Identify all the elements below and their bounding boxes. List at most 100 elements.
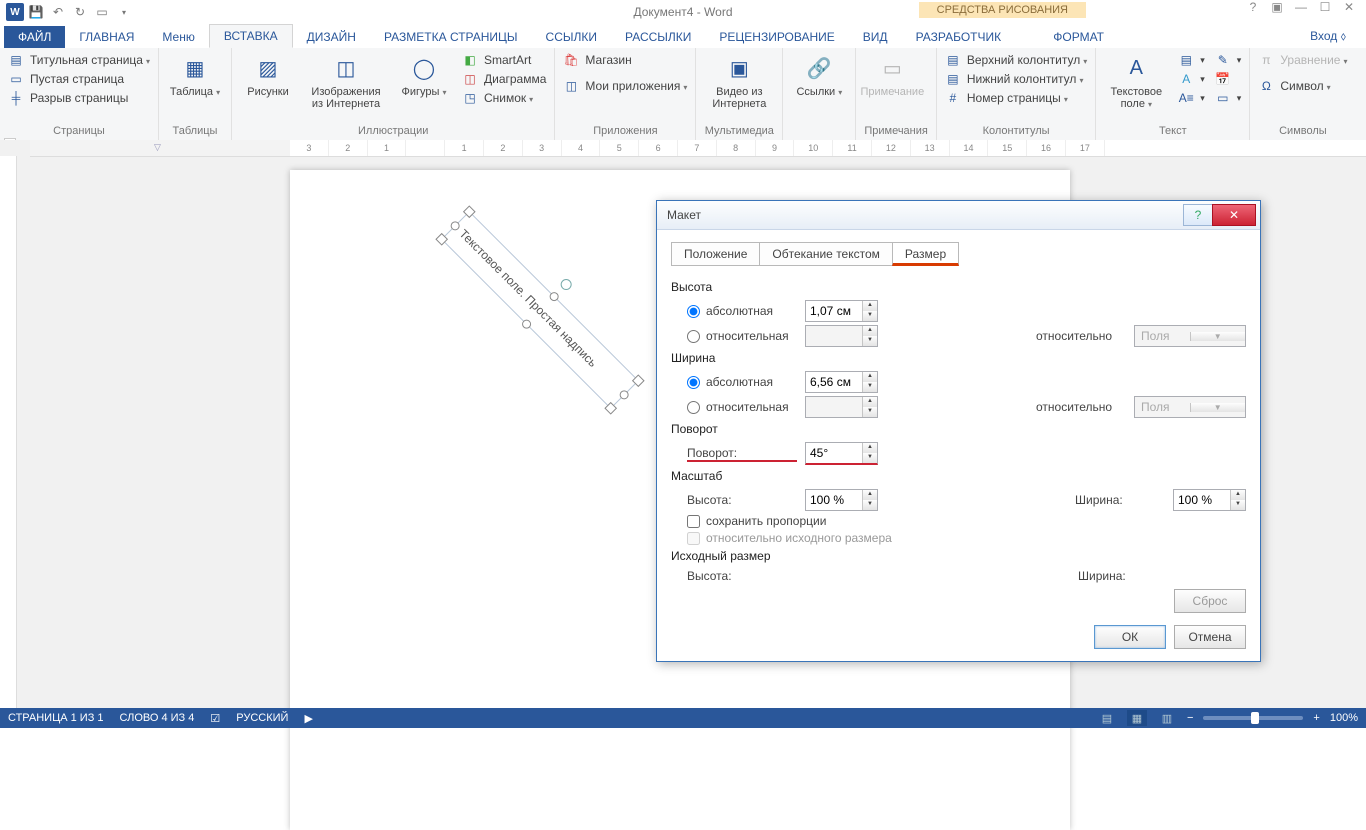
rotation-handle-icon[interactable] [558, 277, 574, 293]
view-web-icon[interactable]: ▥ [1157, 710, 1177, 726]
height-relto-label: относительно [1036, 329, 1126, 343]
symbol-label: Символ [1280, 79, 1330, 93]
new-doc-icon[interactable]: ▭ [92, 2, 112, 22]
width-relative-radio[interactable]: относительная [687, 400, 797, 414]
group-media: ▣Видео из Интернета Мультимедиа [696, 48, 783, 140]
my-apps-button[interactable]: ◫Мои приложения [563, 78, 687, 94]
shapes-icon: ◯ [408, 52, 440, 84]
cancel-button[interactable]: Отмена [1174, 625, 1246, 649]
tab-position[interactable]: Положение [671, 242, 760, 266]
object-button[interactable]: ▭▾ [1215, 90, 1242, 106]
zoom-in-button[interactable]: + [1313, 712, 1319, 724]
table-button[interactable]: ▦Таблица [167, 52, 223, 98]
blank-page-button[interactable]: ▭Пустая страница [8, 71, 150, 87]
ribbon-tabs: ФАЙЛ ГЛАВНАЯ Меню ВСТАВКА ДИЗАЙН РАЗМЕТК… [0, 24, 1366, 48]
tab-home[interactable]: ГЛАВНАЯ [65, 26, 148, 48]
chart-button[interactable]: ◫Диаграмма [462, 71, 546, 87]
help-icon[interactable]: ? [1242, 0, 1264, 14]
tab-references[interactable]: ССЫЛКИ [532, 26, 611, 48]
footer-button[interactable]: ▤Нижний колонтитул [945, 71, 1087, 87]
store-button[interactable]: 🛍Магазин [563, 52, 687, 68]
selected-textbox[interactable]: Текстовое поле. Простая надпись [441, 211, 639, 409]
tab-mailings[interactable]: РАССЫЛКИ [611, 26, 705, 48]
zoom-out-button[interactable]: − [1187, 712, 1193, 724]
pictures-button[interactable]: ▨Рисунки [240, 52, 296, 98]
wordart-button[interactable]: A▾ [1178, 71, 1205, 87]
tab-view[interactable]: ВИД [849, 26, 902, 48]
vertical-ruler[interactable] [0, 156, 17, 708]
tab-review[interactable]: РЕЦЕНЗИРОВАНИЕ [705, 26, 848, 48]
header-button[interactable]: ▤Верхний колонтитул [945, 52, 1087, 68]
indent-marker-icon[interactable]: ▽ [154, 142, 161, 153]
tab-size[interactable]: Размер [892, 242, 959, 266]
view-read-icon[interactable]: ▤ [1097, 710, 1117, 726]
datetime-button[interactable]: 📅 [1215, 71, 1242, 87]
online-video-button[interactable]: ▣Видео из Интернета [704, 52, 774, 110]
online-pictures-button[interactable]: ◫Изображения из Интернета [306, 52, 386, 110]
zoom-slider[interactable] [1203, 716, 1303, 720]
relative-original-checkbox[interactable]: относительно исходного размера [687, 531, 892, 545]
ok-button[interactable]: ОК [1094, 625, 1166, 649]
scale-width-input[interactable]: ▲▼ [1173, 489, 1246, 511]
quickparts-button[interactable]: ▤▾ [1178, 52, 1205, 68]
textbox-button[interactable]: AТекстовое поле [1104, 52, 1168, 110]
height-absolute-radio[interactable]: абсолютная [687, 304, 797, 318]
symbol-button[interactable]: Ω Символ [1258, 78, 1347, 94]
minimize-icon[interactable]: — [1290, 0, 1312, 14]
dialog-close-button[interactable]: ✕ [1212, 204, 1256, 226]
dialog-help-button[interactable]: ? [1183, 204, 1213, 226]
status-page[interactable]: СТРАНИЦА 1 ИЗ 1 [8, 712, 104, 724]
width-absolute-radio[interactable]: абсолютная [687, 375, 797, 389]
undo-icon[interactable]: ↶ [48, 2, 68, 22]
tab-developer[interactable]: РАЗРАБОТЧИК [902, 26, 1016, 48]
redo-icon[interactable]: ↻ [70, 2, 90, 22]
screenshot-button[interactable]: ◳Снимок [462, 90, 546, 106]
scale-height-input[interactable]: ▲▼ [805, 489, 878, 511]
macro-icon[interactable]: ▶ [304, 712, 312, 725]
horizontal-ruler[interactable]: 321 1234567891011121314151617 ▽ [30, 140, 1366, 157]
links-button[interactable]: 🔗Ссылки [791, 52, 847, 98]
view-print-icon[interactable]: ▦ [1127, 710, 1147, 726]
status-language[interactable]: РУССКИЙ [236, 712, 288, 724]
maximize-icon[interactable]: ☐ [1314, 0, 1336, 14]
comment-button[interactable]: ▭Примечание [864, 52, 920, 98]
shapes-button[interactable]: ◯Фигуры [396, 52, 452, 98]
equation-button[interactable]: πУравнение [1258, 52, 1347, 68]
save-icon[interactable]: 💾 [26, 2, 46, 22]
symbol-icon: Ω [1258, 78, 1274, 94]
zoom-level[interactable]: 100% [1330, 712, 1358, 724]
dropcap-button[interactable]: A≡▾ [1178, 90, 1205, 106]
cover-page-button[interactable]: ▤Титульная страница [8, 52, 150, 68]
width-absolute-input[interactable]: ▲▼ [805, 371, 878, 393]
page-icon: ▤ [8, 52, 24, 68]
sigline-button[interactable]: ✎▾ [1215, 52, 1242, 68]
footer-icon: ▤ [945, 71, 961, 87]
lock-aspect-label: сохранить пропорции [706, 514, 826, 528]
smartart-button[interactable]: ◧SmartArt [462, 52, 546, 68]
dialog-titlebar[interactable]: Макет ? ✕ [657, 201, 1260, 230]
sign-in-link[interactable]: Вход ⬨ [1296, 25, 1360, 48]
tab-menu[interactable]: Меню [148, 26, 208, 48]
height-relative-radio[interactable]: относительная [687, 329, 797, 343]
page-number-button[interactable]: #Номер страницы [945, 90, 1087, 106]
ribbon-options-icon[interactable]: ▣ [1266, 0, 1288, 14]
close-icon[interactable]: ✕ [1338, 0, 1360, 14]
page-break-button[interactable]: ╪Разрыв страницы [8, 90, 150, 106]
tab-insert[interactable]: ВСТАВКА [209, 24, 293, 48]
reset-button[interactable]: Сброс [1174, 589, 1246, 613]
lock-aspect-checkbox[interactable]: сохранить пропорции [687, 514, 826, 528]
tab-text-wrapping[interactable]: Обтекание текстом [759, 242, 892, 266]
tab-format[interactable]: ФОРМАТ [1039, 26, 1118, 48]
comment-icon: ▭ [876, 52, 908, 84]
orig-height-label: Высота: [687, 569, 797, 583]
rotation-input[interactable]: ▲▼ [805, 442, 878, 465]
tab-design[interactable]: ДИЗАЙН [293, 26, 370, 48]
tab-page-layout[interactable]: РАЗМЕТКА СТРАНИЦЫ [370, 26, 532, 48]
status-words[interactable]: СЛОВО 4 ИЗ 4 [120, 712, 195, 724]
height-margins-option: Поля [1135, 329, 1190, 343]
height-abs-label: абсолютная [706, 304, 773, 318]
proofing-icon[interactable]: ☑ [210, 712, 220, 725]
height-absolute-input[interactable]: ▲▼ [805, 300, 878, 322]
tab-file[interactable]: ФАЙЛ [4, 26, 65, 48]
qat-more-icon[interactable]: ▾ [114, 2, 134, 22]
